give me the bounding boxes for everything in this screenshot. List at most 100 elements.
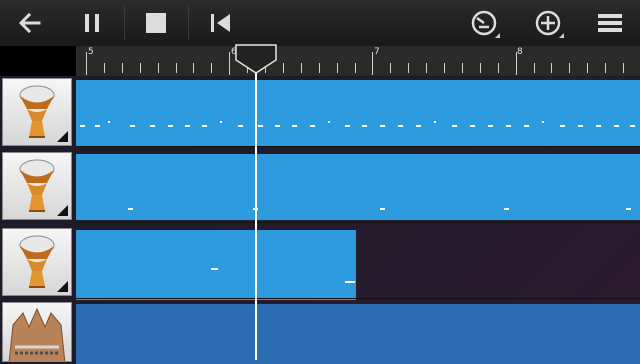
menu-icon <box>598 14 622 32</box>
note-mark <box>130 125 135 127</box>
note-mark <box>292 125 297 127</box>
track-row-2 <box>0 150 640 222</box>
note-mark <box>202 125 207 127</box>
note-mark <box>220 121 222 123</box>
ruler-tick <box>408 63 410 73</box>
toolbar-separator <box>124 6 125 40</box>
bar-label-7: 7 <box>374 47 380 57</box>
clip-region-track-1[interactable] <box>76 80 640 146</box>
note-mark <box>542 121 544 123</box>
pause-icon <box>85 14 99 32</box>
track-1-instrument-button[interactable] <box>2 78 72 146</box>
ruler-tick <box>86 52 87 75</box>
note-mark <box>168 125 173 127</box>
ruler-tick <box>300 63 302 73</box>
submenu-corner-icon <box>495 33 500 38</box>
note-mark <box>345 125 350 127</box>
note-mark <box>150 125 155 127</box>
track-row-4 <box>0 300 640 364</box>
metronome-dial-icon <box>471 10 497 36</box>
note-mark <box>258 125 263 127</box>
track-2-instrument-button[interactable] <box>2 152 72 220</box>
note-mark <box>380 125 385 127</box>
note-mark <box>614 125 619 127</box>
clip-region-track-2[interactable] <box>76 154 640 220</box>
note-mark <box>504 208 509 210</box>
note-mark <box>275 125 280 127</box>
add-button[interactable] <box>530 5 566 41</box>
note-mark <box>470 125 475 127</box>
clip-region-track-4[interactable] <box>76 304 640 364</box>
clip-region-track-3[interactable] <box>76 230 356 300</box>
track-divider <box>76 146 640 147</box>
ruler-tick <box>605 63 607 73</box>
instrument-options-corner <box>57 131 68 142</box>
note-mark <box>185 125 190 127</box>
rewind-button[interactable] <box>202 5 238 41</box>
note-mark <box>380 208 385 210</box>
stop-icon <box>146 13 166 33</box>
note-mark <box>328 121 330 123</box>
toolbar-separator <box>188 6 189 40</box>
ruler-tick <box>533 63 535 73</box>
pause-button[interactable] <box>74 5 110 41</box>
note-mark <box>416 125 421 127</box>
toolbar <box>0 0 640 46</box>
ruler-corner <box>0 46 76 76</box>
playhead-line <box>255 58 257 360</box>
ruler-tick <box>426 63 428 73</box>
ruler-tick <box>139 63 141 73</box>
skip-to-start-icon <box>211 14 230 32</box>
note-mark <box>630 125 635 127</box>
menu-button[interactable] <box>592 5 628 41</box>
note-mark <box>238 125 243 127</box>
note-mark <box>80 125 85 127</box>
ruler-tick <box>318 63 320 73</box>
back-button[interactable] <box>12 5 48 41</box>
metronome-button[interactable] <box>466 5 502 41</box>
track-divider <box>76 298 640 299</box>
ruler-tick <box>390 63 392 73</box>
track-row-1 <box>0 76 640 148</box>
ruler-tick <box>354 63 356 73</box>
note-mark <box>560 125 565 127</box>
ruler-tick <box>623 63 624 73</box>
note-mark <box>128 208 133 210</box>
ruler-tick <box>479 63 481 73</box>
ruler-tick <box>121 63 123 73</box>
ruler-tick <box>193 63 195 73</box>
ruler-tick <box>587 63 589 73</box>
stop-button[interactable] <box>138 5 174 41</box>
note-mark <box>506 125 511 127</box>
bar-label-5: 5 <box>88 47 94 57</box>
note-mark <box>626 208 631 210</box>
track-3-instrument-button[interactable] <box>2 228 72 296</box>
ruler-tick <box>157 63 159 73</box>
ruler-tick <box>497 63 499 73</box>
note-mark <box>434 121 436 123</box>
back-arrow-icon <box>18 12 41 34</box>
note-mark <box>524 125 529 127</box>
ruler-tick <box>569 63 571 73</box>
track-4-instrument-button[interactable] <box>2 302 72 362</box>
ruler-tick <box>551 63 553 73</box>
instrument-options-corner <box>57 281 68 292</box>
note-mark <box>95 125 100 127</box>
ruler-tick <box>282 63 284 73</box>
track-divider <box>76 222 640 223</box>
track-row-3 <box>0 226 640 300</box>
note-mark <box>488 125 493 127</box>
note-mark <box>362 125 367 127</box>
timeline-ruler[interactable]: 5 6 7 8 <box>76 46 640 77</box>
ruler-tick <box>175 63 177 73</box>
note-mark <box>596 125 601 127</box>
add-circle-icon <box>535 10 561 36</box>
note-mark <box>452 125 457 127</box>
note-mark <box>398 125 403 127</box>
note-mark <box>108 121 110 123</box>
ruler-tick <box>336 63 338 73</box>
ruler-tick <box>103 63 105 73</box>
kalimba-icon <box>8 307 66 361</box>
note-mark <box>345 281 355 283</box>
playhead-handle[interactable] <box>234 44 278 74</box>
